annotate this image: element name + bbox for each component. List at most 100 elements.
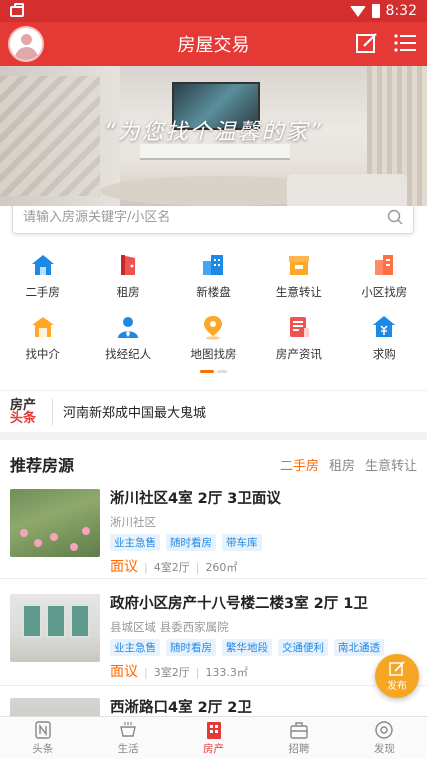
nav-label: 房产资讯 (275, 347, 322, 361)
listing-area: 淅川社区 (110, 515, 156, 529)
thumb-flower (50, 533, 58, 541)
listing-info: 政府小区房产十八号楼二楼3室 2厅 1卫 县城区域 县委西家属院 业主急售 随时… (110, 594, 417, 685)
app-header: 房屋交易 (0, 22, 427, 66)
nav-community[interactable]: 小区找房 (342, 252, 427, 300)
tab-business-transfer[interactable]: 生意转让 (365, 455, 417, 474)
tab-discover[interactable]: 发现 (342, 717, 427, 759)
list-item[interactable]: 政府小区房产十八号楼二楼3室 2厅 1卫 县城区域 县委西家属院 业主急售 随时… (0, 594, 427, 686)
listing-meta: 面议 | 4室2厅 | 260㎡ (110, 556, 417, 576)
avatar-body (15, 47, 38, 60)
tag: 业主急售 (110, 534, 160, 551)
publish-label: 发布 (387, 680, 407, 692)
nav-new-building[interactable]: 新楼盘 (171, 252, 256, 300)
thumb-flower (70, 543, 78, 551)
listing-title: 政府小区房产十八号楼二楼3室 2厅 1卫 (110, 596, 368, 612)
nav-rent[interactable]: 租房 (85, 252, 170, 300)
listing-layout: 3室2厅 (153, 666, 190, 679)
agent-icon (118, 317, 139, 338)
listing-meta: 面议 | 3室2厅 | 133.3㎡ (110, 661, 417, 681)
headline-text[interactable]: 河南新郑成中国最大鬼城 (63, 402, 206, 421)
bottom-tab-bar: 头条 生活 房产 招聘 发现 (0, 716, 427, 759)
listing-info: 西淅路口4室 2厅 2卫 (110, 698, 417, 716)
headline-bar[interactable]: 房产 头条 河南新郑成中国最大鬼城 (0, 390, 427, 432)
nav-label: 租房 (116, 285, 140, 299)
nav-label: 小区找房 (361, 285, 408, 299)
headline-logo-line1: 房产 (10, 397, 37, 413)
banner-slogan: “为您找个温馨的家” (104, 120, 323, 145)
nav-agency[interactable]: 找中介 (0, 314, 85, 362)
nav-second-hand[interactable]: 二手房 (0, 252, 85, 300)
briefcase-icon (10, 2, 24, 17)
tab-second-hand[interactable]: 二手房 (280, 455, 319, 474)
tab-rent[interactable]: 租房 (329, 455, 355, 474)
listing-price: 面议 (110, 559, 138, 575)
tag: 业主急售 (110, 639, 160, 656)
listing-area: 县城区域 县委西家属院 (110, 620, 229, 634)
nav-news[interactable]: 房产资讯 (256, 314, 341, 362)
search-input[interactable] (23, 209, 387, 225)
briefcase-icon (290, 721, 308, 739)
tag: 随时看房 (166, 639, 216, 656)
tab-headlines[interactable]: 头条 (0, 717, 85, 759)
divider (52, 398, 53, 425)
tag: 带车库 (222, 534, 262, 551)
nav-agent[interactable]: 找经纪人 (85, 314, 170, 362)
banner-cabinet (140, 144, 290, 160)
tab-jobs[interactable]: 招聘 (256, 717, 341, 759)
status-right: 8:32 (349, 3, 417, 19)
listing-tags: 业主急售 随时看房 带车库 (110, 534, 417, 551)
main-content: 二手房 租房 新楼盘 生意转让 小区找房 找中介 找经纪人 地图找房 (0, 206, 427, 716)
nav-business-transfer[interactable]: 生意转让 (256, 252, 341, 300)
listing-size: 133.3㎡ (205, 666, 248, 679)
menu-icon[interactable] (393, 32, 417, 54)
nav-label: 新楼盘 (196, 285, 231, 299)
nav-label: 求购 (372, 347, 396, 361)
banner-sofa (287, 174, 407, 206)
list-item[interactable]: 淅川社区4室 2厅 3卫面议 淅川社区 业主急售 随时看房 带车库 面议 | 4… (0, 489, 427, 579)
listing-thumbnail (10, 698, 100, 716)
tab-label: 头条 (32, 742, 54, 755)
banner-image[interactable]: “为您找个温馨的家” (0, 66, 427, 206)
thumb-flower (20, 529, 28, 537)
section-title: 推荐房源 (10, 456, 75, 475)
avatar[interactable] (8, 26, 44, 62)
divider: | (195, 561, 200, 574)
edit-icon[interactable] (355, 32, 379, 54)
tab-life[interactable]: 生活 (85, 717, 170, 759)
page-dot-active (200, 370, 214, 373)
listing-info: 淅川社区4室 2厅 3卫面议 淅川社区 业主急售 随时看房 带车库 面议 | 4… (110, 489, 417, 578)
status-time: 8:32 (385, 3, 417, 19)
avatar-head (21, 34, 32, 45)
nav-label: 生意转让 (275, 285, 322, 299)
wifi-icon (349, 5, 366, 17)
tab-label: 房产 (203, 742, 225, 755)
page-title: 房屋交易 (177, 35, 250, 56)
page-indicator (200, 370, 227, 373)
divider: | (144, 666, 148, 679)
nav-map[interactable]: 地图找房 (171, 314, 256, 362)
tag: 南北通透 (334, 639, 384, 656)
shop-icon (288, 256, 309, 275)
tab-label: 招聘 (288, 742, 310, 755)
headline-logo-line2: 头条 (10, 410, 37, 426)
status-bar: 8:32 (0, 0, 427, 22)
house-icon (31, 255, 54, 275)
search-icon[interactable] (387, 209, 403, 225)
edit-icon (389, 660, 405, 676)
search-bar[interactable] (12, 206, 414, 234)
tab-label: 生活 (117, 742, 139, 755)
building-icon (203, 255, 224, 275)
listing-title: 西淅路口4室 2厅 2卫 (110, 700, 252, 716)
recommend-tabs: 二手房 租房 生意转让 (280, 455, 417, 474)
map-pin-icon (204, 316, 223, 340)
news-icon (35, 720, 51, 739)
list-item[interactable]: 西淅路口4室 2厅 2卫 (0, 698, 427, 716)
nav-label: 二手房 (25, 285, 60, 299)
publish-button[interactable]: 发布 (375, 654, 419, 698)
tab-property[interactable]: 房产 (171, 717, 256, 759)
nav-buy[interactable]: 求购 (342, 314, 427, 362)
tag: 繁华地段 (222, 639, 272, 656)
apartment-icon (375, 255, 394, 275)
cup-icon (120, 721, 136, 737)
battery-icon (371, 4, 380, 18)
